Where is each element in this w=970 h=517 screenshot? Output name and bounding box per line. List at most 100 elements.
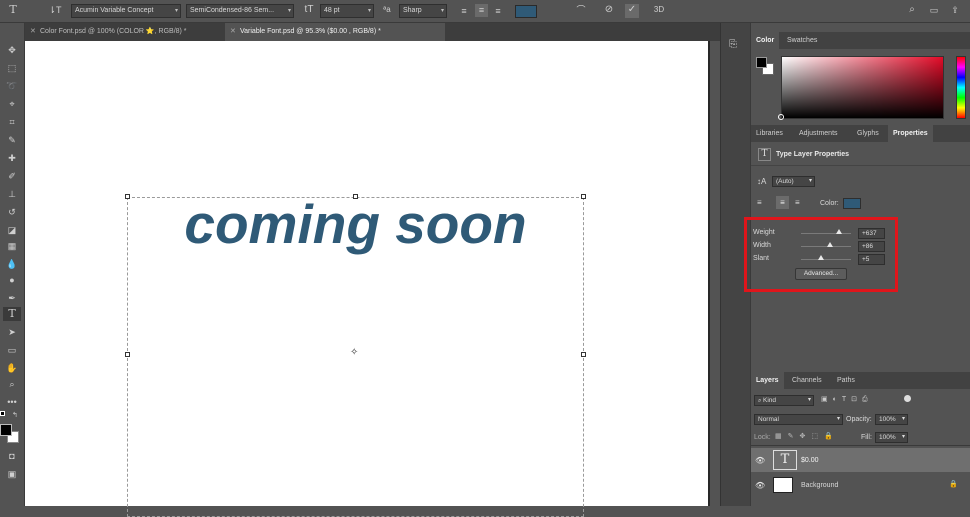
anti-alias-select[interactable]: Sharp ▾: [399, 4, 447, 18]
default-colors-icon[interactable]: [0, 411, 8, 419]
align-left-icon[interactable]: ≡: [458, 5, 470, 17]
color-picker-cursor[interactable]: [778, 114, 784, 120]
screen-mode-icon[interactable]: ▣: [3, 467, 21, 481]
layer-filter-icons[interactable]: ▣◐T⊡⎙: [821, 395, 873, 404]
layer-row-text[interactable]: 👁 T $0.00: [751, 448, 970, 472]
history-brush-tool-icon[interactable]: ↺: [3, 205, 21, 219]
clone-stamp-tool-icon[interactable]: ⊥: [3, 187, 21, 201]
marquee-tool-icon[interactable]: ⬚: [3, 61, 21, 75]
3d-button[interactable]: 3D: [651, 4, 667, 16]
brush-tool-icon[interactable]: ✐: [3, 169, 21, 183]
transform-handle[interactable]: [581, 352, 586, 357]
tab-channels[interactable]: Channels: [787, 372, 827, 389]
font-style-select[interactable]: SemiCondensed-86 Sem... ▾: [186, 4, 294, 18]
tab-adjustments[interactable]: Adjustments: [794, 125, 843, 142]
color-field[interactable]: [781, 56, 944, 119]
width-value-field[interactable]: +86: [858, 241, 885, 252]
align-center-icon[interactable]: ≡: [776, 196, 789, 209]
warp-text-icon[interactable]: ⌒: [574, 4, 588, 16]
advanced-button[interactable]: Advanced...: [795, 268, 847, 280]
text-color-swatch[interactable]: [843, 198, 861, 209]
foreground-color-swatch[interactable]: [0, 424, 12, 436]
slant-value-field[interactable]: +5: [858, 254, 885, 265]
tab-paths[interactable]: Paths: [832, 372, 860, 389]
leading-select[interactable]: (Auto) ▾: [772, 176, 815, 187]
blend-mode-select[interactable]: Normal ▾: [754, 414, 843, 425]
workspace-icon[interactable]: ▭: [927, 4, 941, 16]
history-icon[interactable]: ⎘: [729, 39, 737, 50]
eyedropper-tool-icon[interactable]: ✎: [3, 133, 21, 147]
tab-color-font[interactable]: ✕ Color Font.psd @ 100% (COLOR ⭐, RGB/8) …: [25, 23, 225, 41]
chevron-down-icon: ▾: [836, 416, 840, 422]
filter-toggle[interactable]: [904, 395, 911, 402]
lock-icons[interactable]: ▦✎✥⬚🔒: [775, 432, 839, 440]
move-tool-icon[interactable]: ✥: [3, 43, 21, 57]
rectangle-tool-icon[interactable]: ▭: [3, 343, 21, 357]
close-icon[interactable]: ✕: [230, 23, 236, 41]
tab-libraries[interactable]: Libraries: [751, 125, 788, 142]
crop-tool-icon[interactable]: ⌗: [3, 115, 21, 129]
font-size-icon: tT: [304, 4, 314, 15]
align-right-icon[interactable]: ≡: [795, 198, 800, 207]
foreground-color-swatch[interactable]: [756, 57, 767, 68]
gradient-tool-icon[interactable]: ▦: [3, 239, 21, 253]
close-icon[interactable]: ✕: [30, 23, 36, 41]
type-tool-icon[interactable]: T: [3, 307, 21, 321]
visibility-eye-icon[interactable]: 👁: [755, 456, 765, 465]
layer-row-background[interactable]: 👁 Background 🔒: [751, 474, 970, 498]
align-left-icon[interactable]: ≡: [757, 198, 762, 207]
quick-select-tool-icon[interactable]: ⌖: [3, 97, 21, 111]
commit-check-icon[interactable]: ✓: [625, 4, 639, 18]
hue-slider[interactable]: [956, 56, 966, 119]
quick-mask-icon[interactable]: ◘: [3, 449, 21, 463]
type-tool-icon[interactable]: T: [6, 4, 20, 16]
dodge-tool-icon[interactable]: ●: [3, 273, 21, 287]
text-color-swatch[interactable]: [515, 5, 537, 18]
tab-glyphs[interactable]: Glyphs: [852, 125, 884, 142]
hand-tool-icon[interactable]: ✋: [3, 361, 21, 375]
tab-swatches[interactable]: Swatches: [782, 32, 822, 49]
document-tabs: ✕ Color Font.psd @ 100% (COLOR ⭐, RGB/8) …: [25, 23, 720, 41]
visibility-eye-icon[interactable]: 👁: [755, 481, 765, 490]
weight-value-field[interactable]: +637: [858, 228, 885, 239]
divider: [751, 165, 970, 166]
width-slider-track[interactable]: [801, 246, 851, 247]
fill-field[interactable]: 100% ▾: [875, 432, 908, 443]
lock-icon: 🔒: [949, 481, 958, 488]
layer-name[interactable]: $0.00: [801, 457, 819, 464]
path-select-tool-icon[interactable]: ➤: [3, 325, 21, 339]
tab-layers[interactable]: Layers: [751, 372, 784, 389]
canvas-text[interactable]: coming soon: [127, 191, 584, 257]
width-slider-thumb[interactable]: [827, 242, 833, 247]
tab-color[interactable]: Color: [751, 32, 780, 49]
eraser-tool-icon[interactable]: ◪: [3, 223, 21, 237]
weight-slider-track[interactable]: [801, 233, 851, 234]
layer-filter-select[interactable]: ⌕ Kind ▾: [754, 395, 814, 406]
more-tools-icon[interactable]: •••: [3, 395, 21, 409]
document-canvas[interactable]: ✧ coming soon: [25, 41, 708, 517]
align-right-icon[interactable]: ≡: [492, 5, 504, 17]
layer-name[interactable]: Background: [801, 482, 838, 489]
healing-brush-tool-icon[interactable]: ✚: [3, 151, 21, 165]
fill-value: 100%: [879, 434, 896, 441]
font-family-select[interactable]: Acumin Variable Concept ▾: [71, 4, 181, 18]
lasso-tool-icon[interactable]: ➰: [3, 79, 21, 93]
pen-tool-icon[interactable]: ✒: [3, 291, 21, 305]
slant-slider-thumb[interactable]: [818, 255, 824, 260]
tab-variable-font[interactable]: ✕ Variable Font.psd @ 95.3% ($0.00 , RGB/…: [225, 23, 445, 41]
chevron-down-icon: ▾: [367, 8, 371, 14]
share-icon[interactable]: ⇪: [948, 4, 962, 16]
cancel-icon[interactable]: ⊘: [602, 4, 616, 16]
text-orientation-icon[interactable]: ⇂T: [48, 4, 62, 16]
blur-tool-icon[interactable]: 💧: [3, 257, 21, 271]
transform-handle[interactable]: [125, 352, 130, 357]
opacity-field[interactable]: 100% ▾: [875, 414, 908, 425]
weight-slider-thumb[interactable]: [835, 229, 842, 234]
zoom-tool-icon[interactable]: ⌕: [3, 377, 21, 391]
tab-properties[interactable]: Properties: [888, 125, 933, 142]
align-center-icon[interactable]: ≡: [475, 4, 488, 17]
swap-colors-icon[interactable]: ↰: [12, 411, 18, 419]
search-icon[interactable]: ⌕: [905, 4, 919, 16]
font-size-select[interactable]: 48 pt ▾: [320, 4, 374, 18]
slant-slider-track[interactable]: [801, 259, 851, 260]
